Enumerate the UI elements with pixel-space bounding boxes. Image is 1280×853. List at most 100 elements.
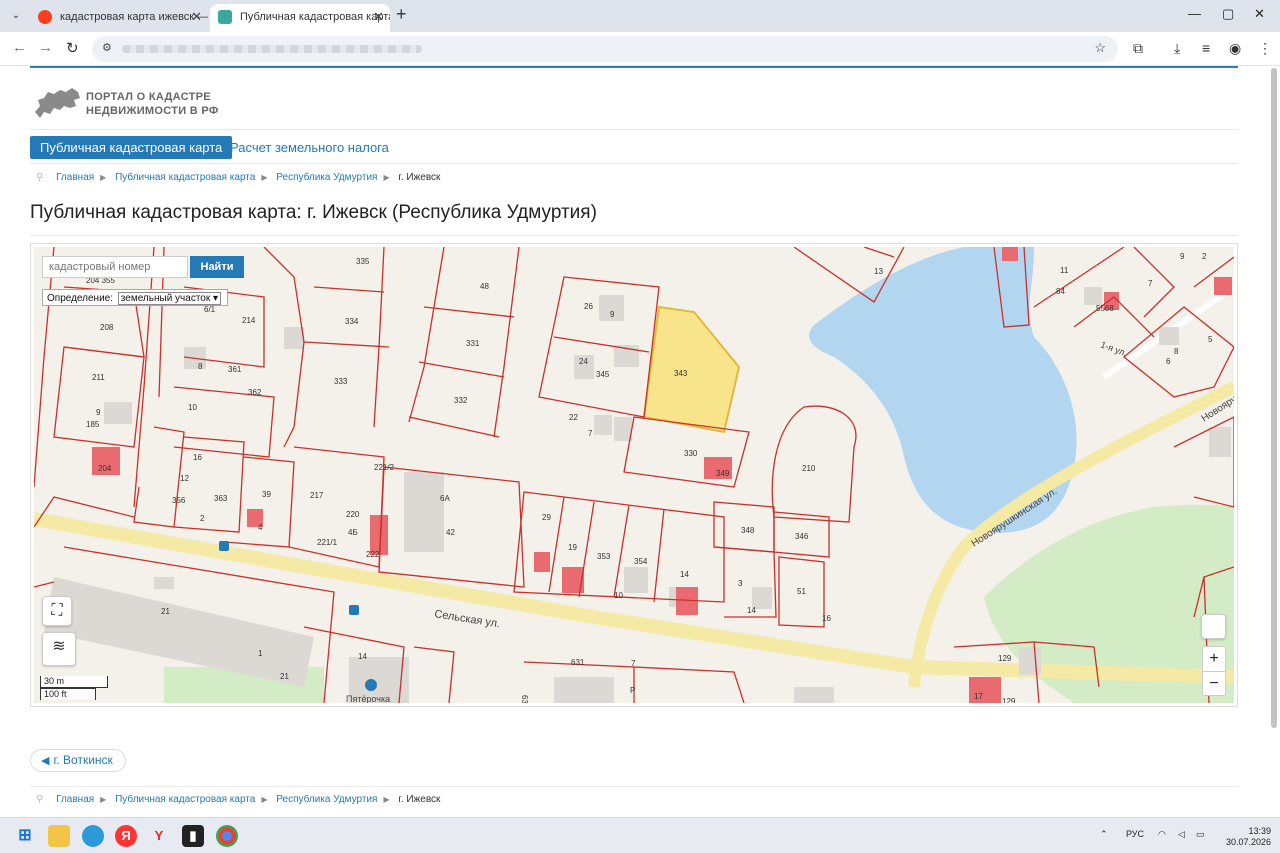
close-tab-icon[interactable]: ✕ [191, 4, 202, 30]
address-bar[interactable]: ⚙ ☆ [92, 36, 1118, 62]
language-indicator[interactable]: РУС [1126, 829, 1144, 839]
svg-text:2: 2 [1202, 252, 1207, 261]
zoom-out-button[interactable]: − [1203, 672, 1225, 697]
reload-icon[interactable]: ↻ [66, 39, 79, 57]
breadcrumb-map[interactable]: Публичная кадастровая карта [115, 794, 255, 805]
extensions-icon[interactable]: ⧉ [1133, 40, 1143, 57]
breadcrumb-current: г. Ижевск [398, 794, 441, 805]
svg-text:5568: 5568 [1096, 304, 1114, 313]
svg-text:Пятёрочка: Пятёрочка [346, 694, 390, 703]
breadcrumb-region[interactable]: Республика Удмуртия [276, 794, 377, 805]
definition-select[interactable]: земельный участок ▾ [117, 292, 222, 305]
volume-icon[interactable]: ◁ [1178, 829, 1185, 840]
forward-arrow-icon[interactable]: → [38, 39, 53, 56]
locate-button[interactable] [1201, 614, 1226, 639]
new-tab-button[interactable]: + [396, 4, 407, 25]
menu-dots-icon[interactable]: ⋮ [1258, 40, 1272, 57]
bookmark-star-icon[interactable]: ☆ [1094, 40, 1106, 56]
definition-control: Определение: земельный участок ▾ [42, 289, 228, 306]
svg-text:17: 17 [974, 692, 983, 701]
definition-label: Определение: [47, 293, 114, 304]
back-to-city-button[interactable]: ◀ г. Воткинск [30, 749, 126, 772]
svg-text:21: 21 [280, 672, 289, 681]
battery-icon[interactable]: ▭ [1196, 829, 1205, 840]
svg-text:211: 211 [92, 373, 105, 382]
edge-icon[interactable] [82, 825, 104, 847]
close-tab-icon[interactable]: ✕ [373, 4, 384, 30]
svg-text:39: 39 [262, 490, 271, 499]
map-scale: 30 m 100 ft [40, 676, 110, 700]
header-accent-line [30, 66, 1238, 68]
divider [30, 129, 1238, 130]
scale-feet: 100 ft [40, 688, 96, 700]
svg-text:14: 14 [680, 570, 689, 579]
breadcrumb-home[interactable]: Главная [56, 794, 94, 805]
wifi-icon[interactable]: ◠ [1158, 829, 1166, 840]
svg-text:335: 335 [356, 257, 370, 266]
svg-text:8: 8 [1174, 347, 1179, 356]
close-window-button[interactable]: ✕ [1254, 6, 1265, 22]
page-scrollbar[interactable] [1271, 68, 1277, 728]
tab-yandex-search[interactable]: кадастровая карта ижевск — Я ✕ [30, 4, 208, 32]
windows-start-icon[interactable]: ⊞ [14, 825, 36, 847]
yandex-favicon-icon [38, 10, 52, 24]
breadcrumb-map[interactable]: Публичная кадастровая карта [115, 172, 255, 183]
svg-text:42: 42 [446, 528, 455, 537]
breadcrumb-separator-icon: ▶ [261, 173, 268, 182]
selected-parcel-343[interactable] [642, 305, 741, 434]
minimize-button[interactable]: — [1188, 6, 1201, 21]
site-logo-text[interactable]: ПОРТАЛ О КАДАСТРЕ НЕДВИЖИМОСТИ В РФ [86, 90, 219, 118]
back-arrow-icon[interactable]: ← [12, 39, 27, 56]
app-dark-icon[interactable]: ▮ [182, 825, 204, 847]
search-button[interactable]: Найти [190, 256, 244, 278]
svg-text:7: 7 [631, 659, 636, 668]
tab-search-icon[interactable]: ⌄ [6, 6, 26, 26]
svg-text:14: 14 [747, 606, 756, 615]
breadcrumb-region[interactable]: Республика Удмуртия [276, 172, 377, 183]
fullscreen-button[interactable]: ⛶ [42, 596, 72, 626]
file-explorer-icon[interactable] [48, 825, 70, 847]
yandex-browser-icon[interactable]: Y [148, 825, 170, 847]
svg-text:345: 345 [596, 370, 610, 379]
breadcrumb-separator-icon: ▶ [383, 795, 390, 804]
download-icon[interactable]: ⤓ [1174, 40, 1180, 57]
maximize-button[interactable]: ▢ [1222, 6, 1234, 22]
svg-text:22: 22 [569, 413, 578, 422]
svg-text:Сельская ул.: Сельская ул. [434, 608, 501, 630]
breadcrumb-separator-icon: ▶ [100, 795, 107, 804]
svg-text:11: 11 [1060, 266, 1069, 275]
svg-text:21: 21 [161, 607, 170, 616]
breadcrumb-home[interactable]: Главная [56, 172, 94, 183]
cadastral-number-input[interactable]: кадастровый номер [42, 256, 188, 278]
svg-text:5: 5 [1208, 335, 1213, 344]
zoom-in-button[interactable]: + [1203, 647, 1225, 672]
chevron-left-icon: ◀ [41, 755, 50, 767]
svg-text:10: 10 [614, 591, 623, 600]
svg-text:1-я ул.: 1-я ул. [1099, 339, 1128, 358]
cadastral-map[interactable]: 335 48 334 331 333 332 214 208 211 361 362 185… [34, 247, 1234, 703]
location-pin-icon: ⚲ [36, 172, 44, 183]
site-info-icon[interactable]: ⚙ [102, 41, 112, 54]
svg-text:9: 9 [96, 408, 101, 417]
tray-chevron-icon[interactable]: ⌃ [1100, 829, 1108, 840]
yandex-icon[interactable]: Я [115, 825, 137, 847]
nav-public-map[interactable]: Публичная кадастровая карта [30, 136, 233, 159]
tab-cadastral-map[interactable]: Публичная кадастровая карта ✕ [210, 4, 390, 32]
media-control-icon[interactable]: ≡ [1202, 40, 1210, 56]
svg-text:51: 51 [797, 587, 806, 596]
svg-text:129: 129 [998, 654, 1012, 663]
browser-toolbar: ← → ↻ ⚙ ☆ ⧉ ⤓ ≡ ◉ ⋮ [0, 32, 1280, 66]
svg-text:9: 9 [610, 310, 615, 319]
nav-land-tax[interactable]: Расчет земельного налога [230, 140, 389, 155]
svg-text:343: 343 [674, 369, 688, 378]
svg-text:185: 185 [86, 420, 100, 429]
svg-text:6: 6 [1166, 357, 1171, 366]
logo-line: ПОРТАЛ О КАДАСТРЕ [86, 91, 211, 103]
profile-icon[interactable]: ◉ [1229, 40, 1241, 57]
chrome-icon[interactable] [216, 825, 238, 847]
divider [30, 163, 1238, 164]
system-clock[interactable]: 13:39 30.07.2026 [1226, 826, 1271, 848]
layers-icon[interactable]: ≋ [42, 632, 76, 666]
breadcrumb-separator-icon: ▶ [383, 173, 390, 182]
svg-text:217: 217 [310, 491, 324, 500]
